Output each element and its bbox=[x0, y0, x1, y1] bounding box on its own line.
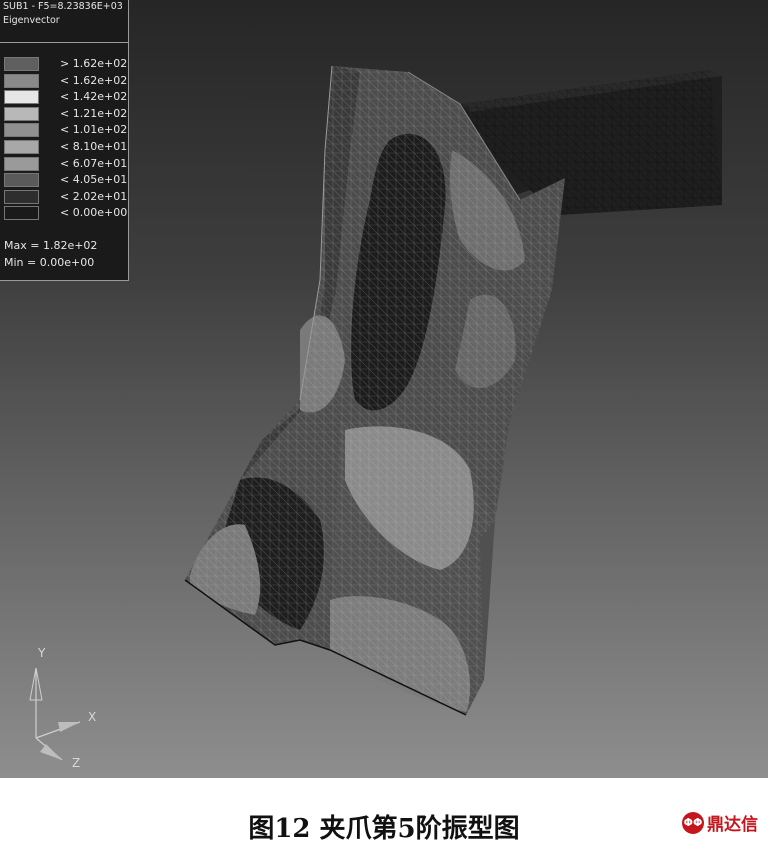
legend-row: < 0.00e+00 bbox=[4, 205, 128, 221]
legend-swatch bbox=[4, 189, 39, 204]
axis-y-label: Y bbox=[38, 646, 46, 660]
legend-row: < 4.05e+01 bbox=[4, 172, 128, 188]
axis-x-label: X bbox=[88, 710, 97, 724]
legend-header: SUB1 - F5=8.23836E+03 Eigenvector bbox=[0, 0, 128, 43]
legend-row: < 2.02e+01 bbox=[4, 189, 128, 205]
watermark: ΦΦ 鼎达信 bbox=[682, 810, 758, 835]
legend-row: < 1.42e+02 bbox=[4, 89, 128, 105]
legend-row: < 6.07e+01 bbox=[4, 156, 128, 172]
legend-min: Min = 0.00e+00 bbox=[4, 256, 95, 269]
legend-row: > 1.62e+02 bbox=[4, 56, 128, 72]
legend-value: < 1.42e+02 bbox=[60, 90, 128, 104]
legend-row: < 8.10e+01 bbox=[4, 139, 128, 155]
legend-value: < 6.07e+01 bbox=[60, 156, 128, 170]
axis-z-label: Z bbox=[72, 756, 81, 770]
legend-swatch bbox=[4, 173, 39, 188]
legend-value: < 0.00e+00 bbox=[60, 206, 128, 220]
legend-value: < 8.10e+01 bbox=[60, 140, 128, 153]
legend-row: < 1.01e+02 bbox=[4, 122, 128, 138]
brand-logo-icon: ΦΦ bbox=[682, 811, 704, 834]
legend-swatch bbox=[4, 90, 39, 105]
legend-value: > 1.62e+02 bbox=[60, 57, 128, 70]
legend-value: < 2.02e+01 bbox=[60, 189, 128, 203]
legend-row: < 1.62e+02 bbox=[4, 73, 128, 89]
legend-swatch bbox=[4, 123, 39, 138]
legend-panel: SUB1 - F5=8.23836E+03 Eigenvector > 1.62… bbox=[0, 0, 129, 281]
legend-swatch bbox=[4, 206, 39, 221]
legend-max: Max = 1.82e+02 bbox=[4, 239, 98, 252]
legend-value: < 1.21e+02 bbox=[60, 106, 128, 120]
legend-value: < 1.01e+02 bbox=[60, 123, 128, 137]
legend-swatch bbox=[4, 140, 39, 154]
model-viewport[interactable]: SUB1 - F5=8.23836E+03 Eigenvector > 1.62… bbox=[0, 0, 768, 778]
legend-title: SUB1 - F5=8.23836E+03 bbox=[3, 1, 123, 12]
legend-value: < 1.62e+02 bbox=[60, 73, 128, 87]
axis-triad-icon bbox=[29, 667, 81, 761]
figure-caption: 图12 夹爪第5阶振型图 bbox=[248, 814, 520, 844]
legend-swatch bbox=[4, 156, 39, 171]
legend-swatch bbox=[4, 73, 39, 88]
legend-subtitle: Eigenvector bbox=[3, 15, 60, 26]
legend-value: < 4.05e+01 bbox=[60, 173, 128, 187]
legend-swatch bbox=[4, 57, 39, 71]
legend-row: < 1.21e+02 bbox=[4, 106, 128, 122]
brand-text: 鼎达信 bbox=[707, 815, 758, 835]
legend-swatch bbox=[4, 106, 39, 121]
